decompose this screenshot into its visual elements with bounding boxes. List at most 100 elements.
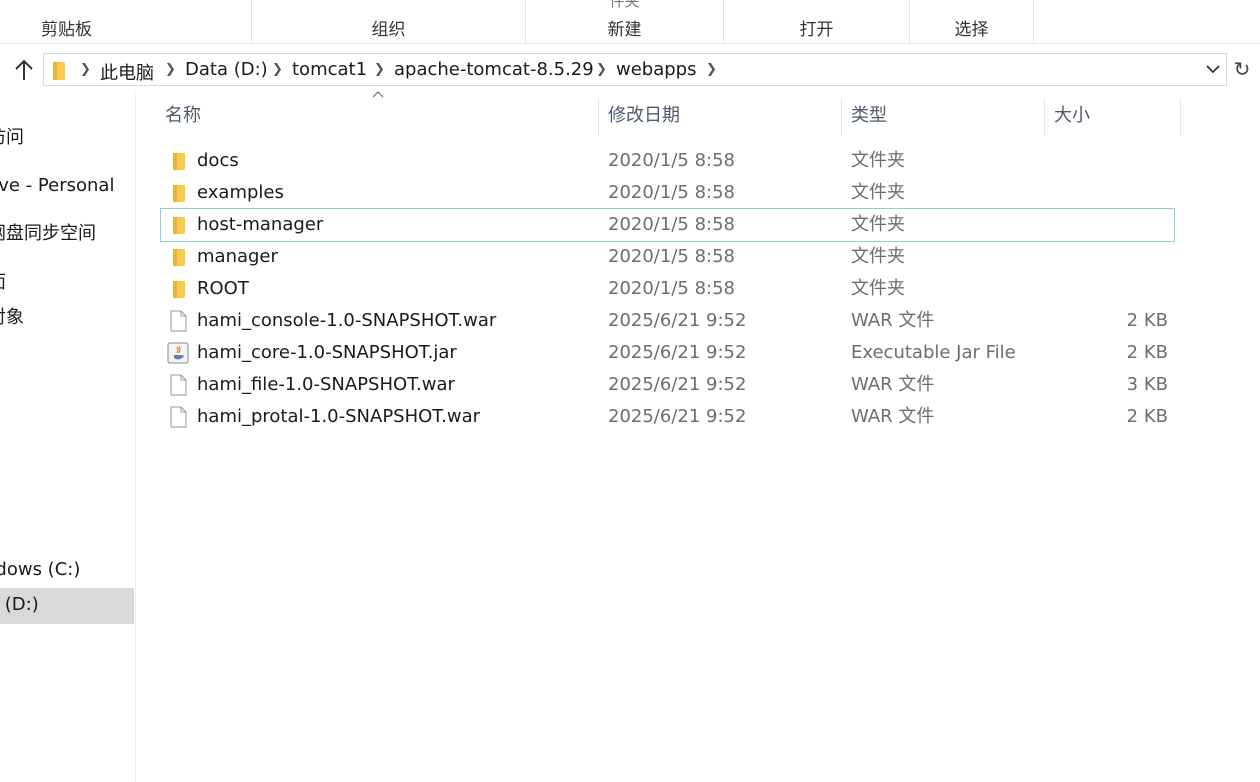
file-date: 2025/6/21 9:52 [608, 342, 747, 363]
file-row[interactable]: hami_file-1.0-SNAPSHOT.war 2025/6/21 9:5… [161, 369, 1174, 401]
column-divider[interactable] [1044, 98, 1045, 136]
file-icon [167, 310, 189, 332]
file-name: examples [197, 182, 284, 203]
file-row[interactable]: docs 2020/1/5 8:58 文件夹 [161, 145, 1174, 177]
nav-item-3d-objects[interactable]: 对象 [0, 301, 134, 335]
nav-item-label: a (D:) [0, 594, 39, 615]
sort-ascending-icon [371, 88, 385, 102]
chevron-right-icon[interactable]: ❯ [165, 62, 176, 77]
file-name: hami_console-1.0-SNAPSHOT.war [197, 310, 497, 331]
file-type: 文件夹 [851, 182, 905, 203]
chevron-right-icon[interactable]: ❯ [374, 62, 385, 77]
chevron-right-icon[interactable]: ❯ [596, 62, 607, 77]
file-row[interactable]: hami_protal-1.0-SNAPSHOT.war 2025/6/21 9… [161, 401, 1174, 433]
file-row[interactable]: examples 2020/1/5 8:58 文件夹 [161, 177, 1174, 209]
ribbon-group-new[interactable]: 件夹 新建 [526, 0, 724, 44]
folder-icon [167, 182, 189, 204]
chevron-right-icon[interactable]: ❯ [272, 62, 283, 77]
file-date: 2020/1/5 8:58 [608, 150, 735, 171]
ribbon-group-organize[interactable]: 组织 [252, 0, 526, 44]
file-type: 文件夹 [851, 150, 905, 171]
file-size: 3 KB [1126, 374, 1168, 395]
file-date: 2020/1/5 8:58 [608, 214, 735, 235]
ribbon-group-label: 剪贴板 [41, 20, 92, 40]
folder-icon [167, 150, 189, 172]
file-date: 2025/6/21 9:52 [608, 310, 747, 331]
file-name: hami_file-1.0-SNAPSHOT.war [197, 374, 455, 395]
chevron-right-icon[interactable]: ❯ [80, 62, 91, 77]
file-name: host-manager [197, 214, 324, 235]
folder-icon [52, 61, 68, 85]
file-list: 名称 修改日期 类型 大小 docs 2020/1/5 8:58 文件夹 exa… [137, 91, 1260, 782]
ribbon-group-label: 组织 [371, 20, 406, 40]
ribbon-group-open[interactable]: 打开 [724, 0, 910, 44]
breadcrumb-this-pc[interactable]: 此电脑 [100, 59, 154, 85]
file-type: Executable Jar File [851, 342, 1016, 363]
new-folder-label[interactable]: 件夹 [526, 0, 723, 11]
nav-item-label: 网盘同步空间 [0, 223, 96, 244]
column-divider[interactable] [1180, 98, 1181, 136]
column-header-name[interactable]: 名称 [165, 96, 201, 136]
java-jar-icon [167, 342, 189, 364]
ribbon-group-label: 选择 [954, 20, 989, 40]
nav-item-label: ndows (C:) [0, 559, 81, 580]
folder-icon [167, 246, 189, 268]
ribbon-group-select[interactable]: 选择 [910, 0, 1034, 44]
nav-item-drive-c[interactable]: ndows (C:) [0, 553, 134, 587]
column-header-date[interactable]: 修改日期 [608, 96, 680, 136]
nav-item-label: Drive - Personal [0, 175, 115, 196]
address-bar[interactable]: ❯ 此电脑 ❯ Data (D:) ❯ tomcat1 ❯ apache-tom… [43, 53, 1227, 86]
file-size: 2 KB [1126, 310, 1168, 331]
file-type: 文件夹 [851, 278, 905, 299]
folder-icon [167, 278, 189, 300]
file-size: 2 KB [1126, 406, 1168, 427]
file-row[interactable]: ROOT 2020/1/5 8:58 文件夹 [161, 273, 1174, 305]
breadcrumb-apache-tomcat[interactable]: apache-tomcat-8.5.29 [394, 59, 594, 80]
refresh-icon[interactable]: ↻ [1231, 57, 1253, 81]
file-name: hami_core-1.0-SNAPSHOT.jar [197, 342, 457, 363]
chevron-down-icon[interactable] [1204, 60, 1222, 78]
nav-item-desktop[interactable]: 面 [0, 266, 134, 300]
file-date: 2025/6/21 9:52 [608, 406, 747, 427]
navigation-pane: 访问 Drive - Personal 网盘同步空间 面 对象 ndows (C… [0, 94, 136, 782]
file-date: 2020/1/5 8:58 [608, 246, 735, 267]
file-icon [167, 406, 189, 428]
column-header-type[interactable]: 类型 [851, 96, 887, 136]
column-header-size[interactable]: 大小 [1054, 96, 1090, 136]
file-icon [167, 374, 189, 396]
file-name: docs [197, 150, 239, 171]
file-name: manager [197, 246, 278, 267]
ribbon-group-label: 打开 [799, 20, 834, 40]
file-type: WAR 文件 [851, 406, 935, 427]
file-type: WAR 文件 [851, 310, 935, 331]
file-row[interactable]: hami_core-1.0-SNAPSHOT.jar 2025/6/21 9:5… [161, 337, 1174, 369]
ribbon-group-clipboard[interactable]: 剪贴板 [0, 0, 252, 44]
file-row[interactable]: manager 2020/1/5 8:58 文件夹 [161, 241, 1174, 273]
nav-item-label: 面 [0, 266, 6, 300]
up-arrow-icon[interactable] [10, 56, 38, 84]
breadcrumb-webapps[interactable]: webapps [616, 59, 696, 80]
file-type: 文件夹 [851, 246, 905, 267]
nav-item-drive-d[interactable]: a (D:) [0, 588, 134, 624]
ribbon-group-label: 新建 [607, 20, 642, 40]
navigation-row: ❯ 此电脑 ❯ Data (D:) ❯ tomcat1 ❯ apache-tom… [0, 44, 1260, 94]
nav-item-onedrive[interactable]: Drive - Personal [0, 169, 134, 203]
file-row[interactable]: hami_console-1.0-SNAPSHOT.war 2025/6/21 … [161, 305, 1174, 337]
nav-item-label: 对象 [0, 307, 24, 328]
breadcrumb-tomcat1[interactable]: tomcat1 [292, 59, 367, 80]
nav-item-label: 访问 [0, 127, 24, 148]
nav-item-quick-access[interactable]: 访问 [0, 121, 134, 155]
ribbon: 剪贴板 组织 件夹 新建 打开 选择 [0, 0, 1260, 44]
file-row[interactable]: host-manager 2020/1/5 8:58 文件夹 [160, 208, 1175, 242]
column-divider[interactable] [841, 98, 842, 136]
column-divider[interactable] [598, 98, 599, 136]
file-name: hami_protal-1.0-SNAPSHOT.war [197, 406, 481, 427]
file-type: WAR 文件 [851, 374, 935, 395]
file-type: 文件夹 [851, 214, 905, 235]
file-size: 2 KB [1126, 342, 1168, 363]
nav-item-cloud-sync[interactable]: 网盘同步空间 [0, 217, 134, 251]
folder-icon [167, 214, 189, 236]
chevron-right-icon[interactable]: ❯ [706, 62, 717, 77]
file-date: 2020/1/5 8:58 [608, 182, 735, 203]
breadcrumb-drive-d[interactable]: Data (D:) [185, 59, 268, 80]
